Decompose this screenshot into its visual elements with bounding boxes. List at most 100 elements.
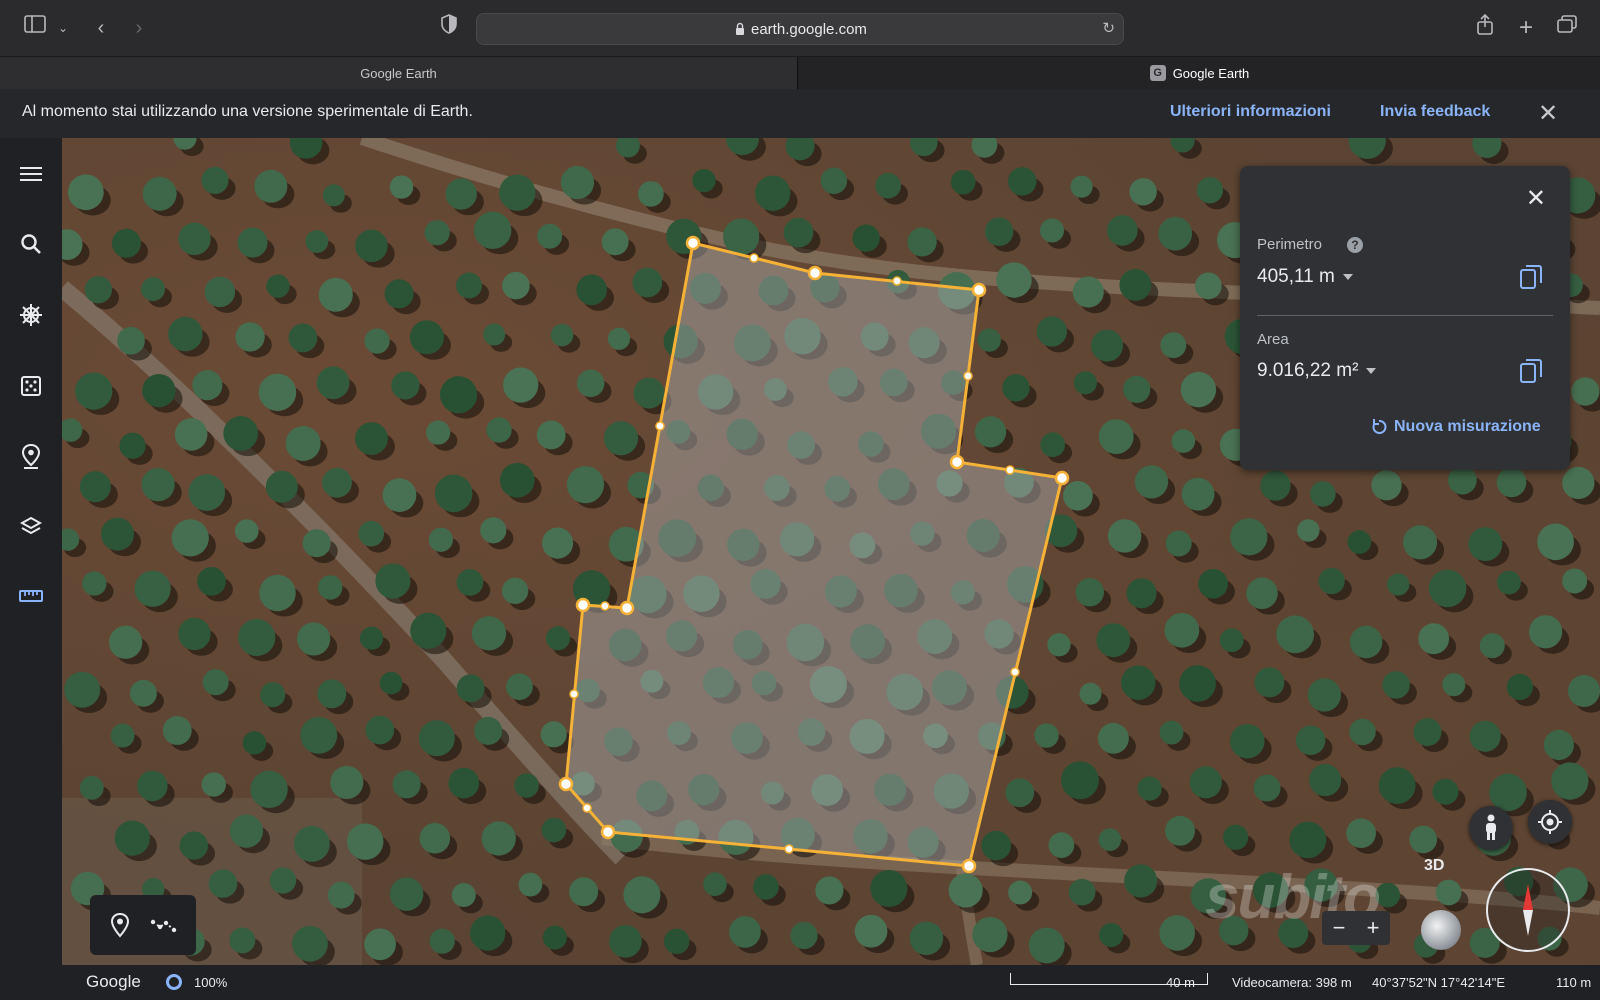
tree-canopy — [501, 577, 529, 605]
tree-canopy — [1307, 678, 1342, 712]
draw-path-icon[interactable] — [150, 911, 178, 939]
tree-canopy — [179, 831, 209, 860]
tree-canopy — [1382, 671, 1410, 699]
coordinates: 40°37'52"N 17°42'14"E — [1372, 975, 1506, 990]
tree-canopy — [237, 227, 268, 258]
projects-icon[interactable] — [15, 440, 47, 472]
tree-canopy — [754, 175, 791, 212]
tree-canopy — [1529, 615, 1563, 649]
tree-canopy — [601, 228, 629, 256]
tree-canopy — [1181, 477, 1215, 511]
tree-canopy — [1072, 276, 1104, 308]
zoom-in-icon[interactable]: + — [1367, 915, 1380, 941]
perimeter-label: Perimetro — [1257, 236, 1323, 253]
tree-canopy — [316, 366, 350, 400]
tree-canopy — [434, 474, 473, 513]
menu-icon[interactable] — [15, 158, 47, 190]
tree-canopy — [1543, 729, 1574, 761]
copy-area-icon[interactable] — [1519, 358, 1543, 384]
tree-canopy — [1158, 216, 1193, 251]
help-icon[interactable]: ? — [1347, 237, 1363, 253]
tree-canopy — [503, 367, 539, 403]
compass[interactable] — [1486, 868, 1570, 952]
reload-icon[interactable]: ↻ — [1102, 19, 1115, 37]
chevron-down-icon[interactable]: ⌄ — [48, 14, 78, 42]
tree-canopy — [729, 916, 761, 948]
address-bar[interactable]: earth.google.com ↻ — [476, 13, 1124, 45]
tree-canopy — [204, 276, 236, 308]
tree-canopy — [346, 823, 384, 860]
tree-canopy — [1179, 665, 1216, 702]
tree-canopy — [1189, 766, 1222, 799]
tree-canopy — [201, 772, 226, 797]
tree-canopy — [178, 617, 211, 651]
tree-canopy — [1165, 530, 1192, 557]
tree-canopy — [1403, 525, 1438, 560]
tree-canopy — [972, 916, 1008, 953]
tree-canopy — [1432, 778, 1459, 805]
toggle-3d-button[interactable]: 3D — [1424, 857, 1444, 875]
area-value[interactable]: 9.016,22 m² — [1257, 360, 1377, 382]
banner-message: Al momento stai utilizzando una versione… — [22, 103, 473, 120]
tree-canopy — [391, 371, 420, 400]
share-icon[interactable] — [1470, 13, 1500, 42]
perimeter-value[interactable]: 405,11 m — [1257, 266, 1353, 288]
voyager-icon[interactable] — [15, 299, 47, 331]
tree-canopy — [119, 432, 146, 459]
tree-canopy — [820, 167, 848, 195]
tab-google-earth-1[interactable]: Google Earth — [0, 57, 1437, 983]
google-logo-text: Google — [86, 972, 141, 991]
tree-canopy — [1371, 470, 1402, 501]
tree-canopy — [1091, 329, 1124, 362]
tree-canopy — [506, 673, 533, 701]
feeling-lucky-icon[interactable] — [15, 370, 47, 402]
tree-canopy — [1119, 269, 1152, 301]
tab-overview-icon[interactable] — [1552, 14, 1582, 42]
panel-close-icon[interactable]: ✕ — [1526, 184, 1546, 213]
tree-canopy — [258, 373, 297, 412]
add-placemark-icon[interactable] — [106, 911, 134, 939]
tree-canopy — [409, 320, 444, 355]
globe-view-icon[interactable] — [1421, 910, 1461, 950]
forward-icon[interactable]: › — [124, 14, 154, 42]
back-icon[interactable]: ‹ — [86, 14, 116, 42]
tree-canopy — [1096, 623, 1131, 658]
tree-canopy — [1123, 375, 1151, 404]
tree-canopy — [134, 570, 171, 607]
tab-google-earth-2[interactable]: G Google Earth — [799, 57, 1600, 89]
tree-canopy — [322, 184, 345, 207]
tab-strip: Google Earth G Google Earth — [0, 57, 1600, 983]
new-tab-icon[interactable]: + — [1511, 14, 1541, 42]
more-info-link[interactable]: Ulteriori informazioni — [1170, 103, 1331, 121]
tree-canopy — [235, 322, 265, 352]
tree-canopy — [542, 527, 574, 559]
zoom-out-icon[interactable]: − — [1333, 915, 1346, 941]
sidebar-toggle-icon[interactable] — [20, 14, 50, 42]
tree-canopy — [305, 230, 329, 253]
search-icon[interactable] — [15, 228, 47, 260]
my-location-button[interactable] — [1528, 800, 1572, 844]
privacy-shield-icon[interactable] — [434, 14, 464, 42]
new-measurement-button[interactable]: Nuova misurazione — [1370, 418, 1541, 436]
map-style-icon[interactable] — [15, 510, 47, 542]
tree-canopy — [229, 814, 264, 848]
send-feedback-link[interactable]: Invia feedback — [1380, 103, 1490, 121]
tree-canopy — [451, 883, 476, 908]
pegman-button[interactable] — [1469, 806, 1513, 850]
tree-canopy — [815, 876, 844, 905]
tree-canopy — [223, 415, 259, 451]
tree-canopy — [1562, 568, 1588, 594]
tree-canopy — [474, 716, 503, 745]
tree-canopy — [410, 612, 447, 649]
pegman-icon — [1486, 814, 1496, 840]
copy-perimeter-icon[interactable] — [1519, 264, 1543, 290]
tree-canopy — [1562, 466, 1595, 500]
tree-canopy — [1253, 774, 1281, 802]
tree-canopy — [142, 176, 177, 211]
tree-canopy — [1126, 578, 1157, 609]
banner-close-icon[interactable]: ✕ — [1538, 99, 1558, 128]
ruler-icon[interactable] — [15, 580, 47, 612]
tree-canopy — [79, 471, 111, 503]
tree-canopy — [1124, 864, 1158, 898]
tree-canopy — [1196, 177, 1224, 204]
